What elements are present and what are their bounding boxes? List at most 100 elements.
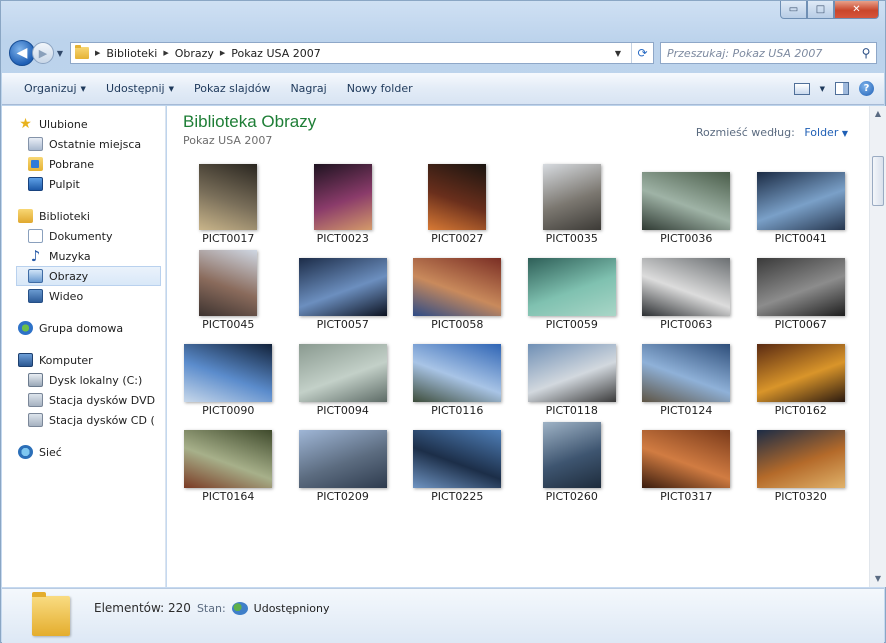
photo-item[interactable]: PICT0320 [744, 420, 859, 506]
scrollbar-thumb[interactable] [872, 156, 884, 206]
search-input[interactable]: Przeszukaj: Pokaz USA 2007 ⚲ [660, 42, 877, 64]
sidebar-item-desktop[interactable]: Pulpit [2, 174, 165, 194]
organize-menu[interactable]: Organizuj ▼ [14, 78, 96, 100]
sidebar-item-homegroup[interactable]: Grupa domowa [2, 318, 165, 338]
photo-item[interactable]: PICT0023 [286, 162, 401, 248]
minimize-button[interactable]: ▭ [780, 1, 807, 19]
recent-pages-dropdown[interactable]: ▼ [54, 49, 66, 58]
photo-thumbnail[interactable] [184, 344, 273, 402]
breadcrumb-libraries[interactable]: Biblioteki [106, 47, 157, 60]
refresh-icon[interactable]: ⟳ [631, 43, 653, 63]
photo-thumbnail[interactable] [413, 258, 502, 316]
vertical-scrollbar[interactable]: ▲ ▼ [869, 106, 886, 587]
breadcrumb-current-folder[interactable]: Pokaz USA 2007 [231, 47, 320, 60]
photo-item[interactable]: PICT0067 [744, 248, 859, 334]
breadcrumb-pictures[interactable]: Obrazy [175, 47, 214, 60]
photo-filename: PICT0058 [431, 318, 484, 331]
sidebar-item-favorites[interactable]: ★ Ulubione [2, 114, 165, 134]
chevron-right-icon[interactable]: ▶ [163, 49, 168, 57]
photo-item[interactable]: PICT0118 [515, 334, 630, 420]
sidebar-item-cd-drive[interactable]: Stacja dysków CD ( [2, 410, 165, 430]
share-menu[interactable]: Udostępnij ▼ [96, 78, 184, 100]
photo-thumbnail[interactable] [298, 344, 387, 402]
close-button[interactable]: ✕ [834, 1, 879, 19]
photo-thumbnail[interactable] [642, 172, 731, 230]
videos-icon [28, 289, 43, 303]
photo-item[interactable]: PICT0317 [629, 420, 744, 506]
photo-item[interactable]: PICT0063 [629, 248, 744, 334]
photo-filename: PICT0124 [660, 404, 713, 417]
arrange-by-dropdown[interactable]: Folder [804, 126, 838, 139]
photo-thumbnail[interactable] [413, 430, 502, 488]
photo-item[interactable]: PICT0058 [400, 248, 515, 334]
photo-item[interactable]: PICT0164 [171, 420, 286, 506]
change-view-icon[interactable] [793, 82, 810, 95]
photo-thumbnail[interactable] [413, 344, 502, 402]
sidebar-item-local-disk[interactable]: Dysk lokalny (C:) [2, 370, 165, 390]
sidebar-item-downloads[interactable]: Pobrane [2, 154, 165, 174]
chevron-down-icon[interactable]: ▼ [842, 129, 848, 138]
photo-item[interactable]: PICT0017 [171, 162, 286, 248]
sidebar-item-computer[interactable]: Komputer [2, 350, 165, 370]
photo-item[interactable]: PICT0057 [286, 248, 401, 334]
photo-thumbnail[interactable] [542, 422, 601, 488]
photo-item[interactable]: PICT0036 [629, 162, 744, 248]
photo-thumbnail[interactable] [527, 344, 616, 402]
forward-button[interactable]: ▶ [32, 42, 54, 64]
photo-item[interactable]: PICT0260 [515, 420, 630, 506]
sidebar-item-videos[interactable]: Wideo [2, 286, 165, 306]
sidebar-item-recent-places[interactable]: Ostatnie miejsca [2, 134, 165, 154]
view-options-dropdown-icon[interactable]: ▼ [820, 85, 825, 93]
help-icon[interactable]: ? [859, 81, 874, 96]
sidebar-item-music[interactable]: ♪ Muzyka [2, 246, 165, 266]
photo-item[interactable]: PICT0162 [744, 334, 859, 420]
photo-item[interactable]: PICT0225 [400, 420, 515, 506]
sidebar-item-dvd-drive[interactable]: Stacja dysków DVD [2, 390, 165, 410]
computer-icon [18, 353, 33, 367]
address-bar[interactable]: ▶ Biblioteki ▶ Obrazy ▶ Pokaz USA 2007 ▼… [70, 42, 654, 64]
scroll-up-icon[interactable]: ▲ [870, 106, 886, 122]
photo-thumbnail[interactable] [642, 344, 731, 402]
photo-thumbnail[interactable] [527, 258, 616, 316]
photo-thumbnail[interactable] [298, 430, 387, 488]
sidebar-item-network[interactable]: Sieć [2, 442, 165, 462]
sidebar-item-libraries[interactable]: Biblioteki [2, 206, 165, 226]
photo-item[interactable]: PICT0027 [400, 162, 515, 248]
photo-thumbnail[interactable] [184, 430, 273, 488]
chevron-right-icon[interactable]: ▶ [95, 49, 100, 57]
photo-item[interactable]: PICT0041 [744, 162, 859, 248]
photo-thumbnail[interactable] [642, 258, 731, 316]
photo-thumbnail[interactable] [199, 250, 258, 316]
photo-thumbnail[interactable] [642, 430, 731, 488]
search-icon[interactable]: ⚲ [856, 46, 876, 60]
photo-item[interactable]: PICT0209 [286, 420, 401, 506]
photo-thumbnail[interactable] [313, 164, 372, 230]
chevron-right-icon[interactable]: ▶ [220, 49, 225, 57]
sidebar-item-documents[interactable]: Dokumenty [2, 226, 165, 246]
state-label: Stan: [196, 601, 226, 615]
photo-thumbnail[interactable] [756, 430, 845, 488]
photo-thumbnail[interactable] [542, 164, 601, 230]
photo-item[interactable]: PICT0124 [629, 334, 744, 420]
photo-thumbnail[interactable] [298, 258, 387, 316]
photo-thumbnail[interactable] [756, 258, 845, 316]
photo-item[interactable]: PICT0116 [400, 334, 515, 420]
photo-thumbnail[interactable] [199, 164, 258, 230]
maximize-button[interactable]: □ [807, 1, 834, 19]
photo-thumbnail[interactable] [756, 344, 845, 402]
photo-thumbnail[interactable] [428, 164, 487, 230]
slideshow-button[interactable]: Pokaz slajdów [184, 78, 280, 100]
photo-item[interactable]: PICT0059 [515, 248, 630, 334]
photo-item[interactable]: PICT0090 [171, 334, 286, 420]
photo-item[interactable]: PICT0094 [286, 334, 401, 420]
photo-item[interactable]: PICT0035 [515, 162, 630, 248]
burn-button[interactable]: Nagraj [280, 78, 336, 100]
scroll-down-icon[interactable]: ▼ [870, 571, 886, 587]
desktop-icon [28, 177, 43, 191]
new-folder-button[interactable]: Nowy folder [337, 78, 423, 100]
sidebar-item-pictures[interactable]: Obrazy [16, 266, 161, 286]
address-dropdown-icon[interactable]: ▼ [611, 49, 625, 58]
photo-item[interactable]: PICT0045 [171, 248, 286, 334]
preview-pane-icon[interactable] [835, 82, 849, 95]
photo-thumbnail[interactable] [756, 172, 845, 230]
